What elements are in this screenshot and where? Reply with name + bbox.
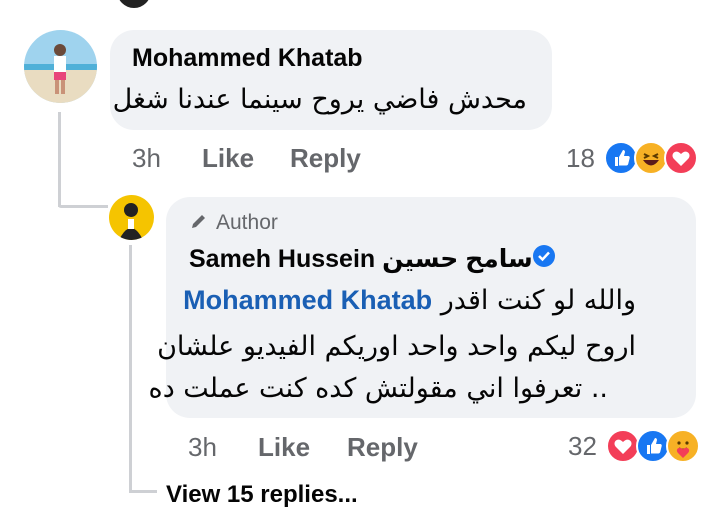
verified-badge-icon (533, 245, 555, 267)
avatar-sameh-hussein[interactable] (109, 195, 154, 240)
thread-connector-replies (129, 490, 157, 493)
reply-like-button[interactable]: Like (258, 432, 310, 463)
reply-text-line-3: .. تعرفوا اني مقولتش كده كنت عملت ده (148, 373, 608, 404)
thread-connector (58, 205, 108, 208)
author-badge: Author (216, 211, 278, 234)
reply-button[interactable]: Reply (290, 143, 361, 174)
love-icon (606, 429, 640, 463)
like-icon (636, 429, 670, 463)
avatar-mohammed-khatab[interactable] (24, 30, 97, 103)
mention-link[interactable]: Mohammed Khatab (183, 285, 432, 315)
reply-text-1: والله لو كنت اقدر (440, 285, 636, 316)
comment-text: محدش فاضي يروح سينما عندنا شغل (112, 84, 527, 115)
love-icon (664, 141, 698, 175)
reply-text-line-1: والله لو كنت اقدر Mohammed Khatab (183, 285, 636, 316)
like-button[interactable]: Like (202, 143, 254, 174)
beach-photo-icon (24, 30, 97, 103)
profile-photo-icon (109, 195, 154, 240)
thread-line-reply (129, 245, 132, 493)
like-icon (604, 141, 638, 175)
reaction-count[interactable]: 18 (566, 143, 595, 174)
partial-avatar[interactable] (117, 0, 151, 8)
thread-line (58, 112, 61, 207)
reply-time[interactable]: 3h (188, 432, 217, 463)
reply-author[interactable]: Sameh Hussein سامح حسين (189, 244, 533, 274)
reply-reply-button[interactable]: Reply (347, 432, 418, 463)
view-replies-link[interactable]: View 15 replies... (166, 481, 358, 509)
pencil-icon (192, 215, 205, 228)
haha-icon (634, 141, 668, 175)
care-icon (666, 429, 700, 463)
comment-author[interactable]: Mohammed Khatab (132, 44, 363, 73)
comment-time[interactable]: 3h (132, 143, 161, 174)
reply-reaction-count[interactable]: 32 (568, 431, 597, 462)
reply-text-line-2: اروح ليكم واحد واحد اوريكم الفيديو علشان (157, 331, 636, 362)
